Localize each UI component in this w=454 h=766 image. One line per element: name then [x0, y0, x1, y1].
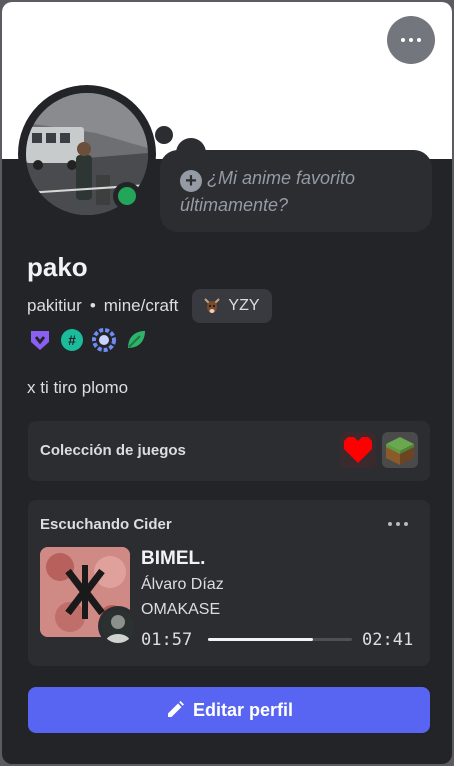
activity-title: Escuchando Cider [40, 516, 172, 533]
leaf-badge-icon[interactable] [124, 328, 148, 352]
hashtag-quest-icon[interactable]: # [60, 328, 84, 352]
add-icon: + [180, 170, 202, 192]
dot-icon [396, 522, 400, 526]
undertale-heart-icon[interactable] [340, 432, 376, 468]
album-name[interactable]: OMAKASE [141, 601, 220, 619]
display-name: pako [27, 252, 88, 282]
minecraft-grass-block-icon[interactable] [382, 432, 418, 468]
dot-icon [404, 522, 408, 526]
hypesquad-balance-icon[interactable] [28, 328, 52, 352]
note-bubble-small [155, 126, 173, 144]
note-placeholder: ¿Mi anime favorito últimamente? [180, 168, 356, 215]
laurel-badge-icon[interactable] [92, 328, 116, 352]
dot-icon [401, 38, 405, 42]
artist-name[interactable]: Álvaro Díaz [141, 576, 224, 594]
username-line: pakitiur • mine/craft YZY [27, 289, 272, 323]
artist-avatar[interactable] [98, 606, 138, 646]
dot-icon [417, 38, 421, 42]
elapsed-time: 01:57 [141, 630, 193, 650]
goat-icon [204, 298, 221, 313]
total-duration: 02:41 [362, 630, 414, 650]
profile-card: + ¿Mi anime favorito últimamente? pako pa… [2, 2, 452, 764]
activity-more-button[interactable] [388, 522, 408, 526]
pencil-icon [167, 701, 184, 717]
song-title[interactable]: BIMEL. [141, 548, 205, 570]
playback-progress-fill [208, 638, 314, 641]
avatar[interactable] [18, 85, 156, 223]
game-collection[interactable]: Colección de juegos [28, 421, 430, 481]
more-options-button[interactable] [387, 16, 435, 64]
svg-text:#: # [68, 332, 76, 348]
dot-icon [388, 522, 392, 526]
badge-list: # [28, 328, 148, 352]
bio: x ti tiro plomo [27, 378, 129, 397]
online-status-indicator [113, 182, 141, 210]
dot-icon [409, 38, 413, 42]
edit-profile-label: Editar perfil [192, 699, 294, 720]
edit-profile-button[interactable]: Editar perfil [28, 687, 430, 733]
custom-status-note[interactable]: + ¿Mi anime favorito últimamente? [160, 150, 432, 232]
separator-dot: • [89, 296, 96, 315]
game-collection-title: Colección de juegos [40, 442, 186, 459]
server-tag[interactable]: YZY [192, 289, 272, 323]
listening-activity: Escuchando Cider BIMEL. Álvaro Díaz OMAK… [28, 500, 430, 666]
playback-progress-bar [208, 638, 352, 641]
pronouns: mine/craft [103, 296, 179, 315]
username: pakitiur [27, 296, 82, 315]
server-tag-label: YZY [228, 297, 260, 314]
